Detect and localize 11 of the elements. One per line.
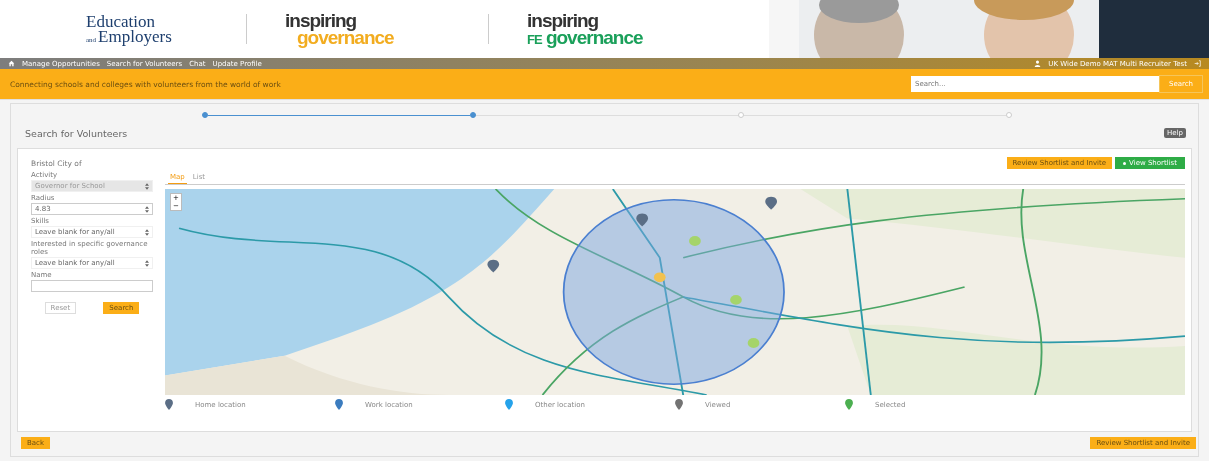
inspiring-fe-governance-logo: inspiring FE governance bbox=[527, 11, 644, 47]
page-title: Search for Volunteers bbox=[25, 127, 128, 139]
input-field[interactable] bbox=[31, 280, 153, 292]
up-down-arrows-icon bbox=[145, 259, 149, 267]
up-down-arrows-icon bbox=[145, 228, 149, 236]
home-icon[interactable] bbox=[8, 60, 15, 67]
logout-icon[interactable] bbox=[1194, 60, 1201, 67]
user-icon bbox=[1034, 60, 1042, 67]
up-down-arrows-icon bbox=[145, 182, 149, 190]
up-down-arrows-icon bbox=[145, 205, 149, 213]
inspiring-governance-logo: inspiring governance bbox=[285, 11, 395, 47]
